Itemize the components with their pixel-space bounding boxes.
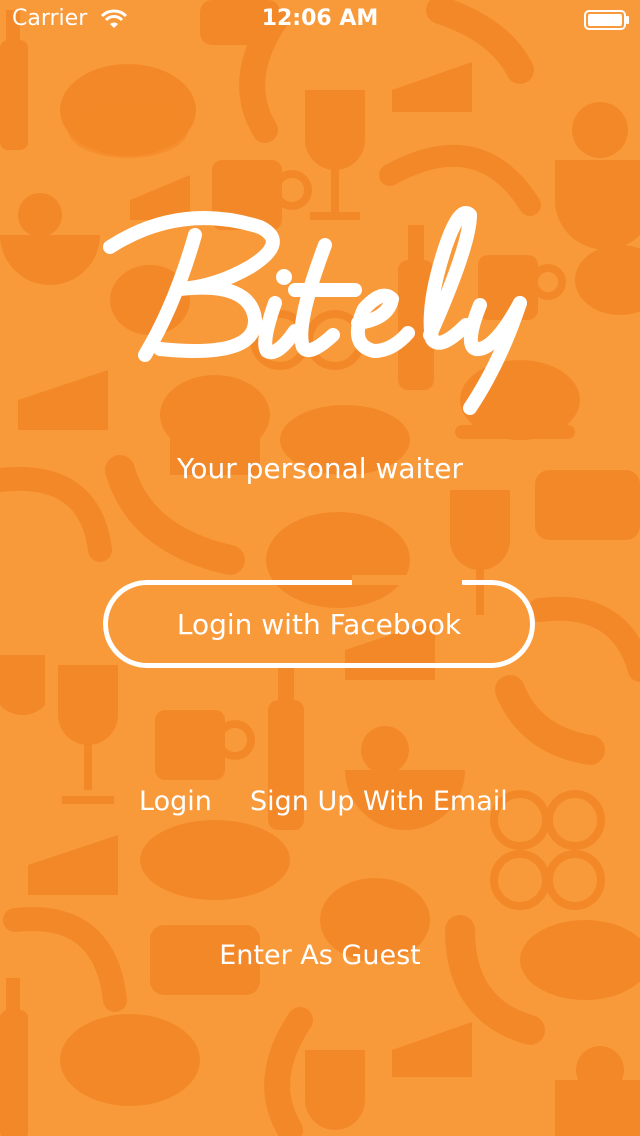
salad-bowl-icon bbox=[555, 102, 640, 250]
wine-glass-icon bbox=[58, 665, 118, 804]
status-time: 12:06 AM bbox=[261, 6, 379, 31]
sausage-icon bbox=[264, 1007, 313, 1136]
salad-bowl-icon bbox=[0, 655, 45, 716]
beer-bottle-icon bbox=[0, 978, 28, 1136]
sausage-icon bbox=[495, 675, 605, 765]
enter-as-guest-link[interactable]: Enter As Guest bbox=[0, 940, 640, 971]
battery-icon bbox=[584, 10, 629, 30]
salad-bowl-icon bbox=[0, 193, 100, 285]
croissant-icon bbox=[575, 245, 640, 315]
wine-glass-icon bbox=[305, 1050, 365, 1130]
croissant-icon bbox=[140, 820, 290, 900]
shrimp-icon bbox=[0, 466, 112, 562]
button-border-gap bbox=[352, 575, 462, 585]
salad-bowl-icon bbox=[555, 1046, 640, 1136]
tagline: Your personal waiter bbox=[176, 452, 464, 485]
status-bar: Carrier 12:06 AM bbox=[0, 0, 640, 40]
coffee-cup-icon bbox=[155, 710, 255, 780]
sushi-icon bbox=[490, 790, 605, 910]
cheese-icon bbox=[28, 835, 118, 895]
meat-icon bbox=[60, 64, 196, 158]
signup-with-email-link[interactable]: Sign Up With Email bbox=[250, 786, 508, 817]
shrimp-icon bbox=[528, 596, 640, 682]
cheese-icon bbox=[392, 62, 472, 112]
meat-icon bbox=[60, 1014, 200, 1106]
cheese-icon bbox=[392, 1022, 472, 1077]
login-link[interactable]: Login bbox=[139, 786, 212, 817]
bitely-logo bbox=[103, 206, 527, 415]
login-with-facebook-label: Login with Facebook bbox=[176, 607, 462, 641]
login-with-facebook-button[interactable]: Login with Facebook bbox=[103, 580, 535, 668]
